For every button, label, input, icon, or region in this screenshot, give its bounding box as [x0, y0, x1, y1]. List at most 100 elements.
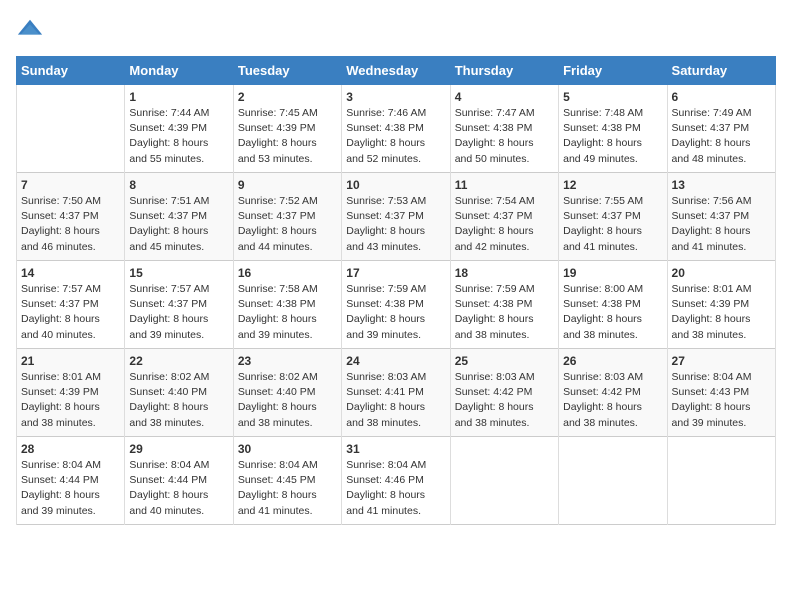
day-number: 18: [455, 266, 554, 280]
day-number: 7: [21, 178, 120, 192]
logo: [16, 16, 48, 44]
calendar-cell: 22Sunrise: 8:02 AM Sunset: 4:40 PM Dayli…: [125, 349, 233, 437]
day-info: Sunrise: 7:46 AM Sunset: 4:38 PM Dayligh…: [346, 106, 445, 167]
calendar-cell: 20 Sunrise: 8:01 AM Sunset: 4:39 PM Dayli…: [667, 261, 775, 349]
day-info: Sunrise: 7:54 AM Sunset: 4:37 PM Dayligh…: [455, 194, 554, 255]
day-number: 23: [238, 354, 337, 368]
day-info: Sunrise: 7:53 AM Sunset: 4:37 PM Dayligh…: [346, 194, 445, 255]
day-number: 2: [238, 90, 337, 104]
day-info: Sunrise: 7:45 AM Sunset: 4:39 PM Dayligh…: [238, 106, 337, 167]
day-number: 8: [129, 178, 228, 192]
calendar-cell: [667, 437, 775, 525]
day-number: 13: [672, 178, 771, 192]
day-number: 11: [455, 178, 554, 192]
day-info: Sunrise: 7:51 AM Sunset: 4:37 PM Dayligh…: [129, 194, 228, 255]
calendar-cell: 14 Sunrise: 7:57 AM Sunset: 4:37 PM Dayli…: [17, 261, 125, 349]
calendar-cell: 5 Sunrise: 7:48 AM Sunset: 4:38 PM Daylig…: [559, 85, 667, 173]
day-number: 25: [455, 354, 554, 368]
day-number: 5: [563, 90, 662, 104]
calendar-cell: 16Sunrise: 7:58 AM Sunset: 4:38 PM Dayli…: [233, 261, 341, 349]
day-info: Sunrise: 7:49 AM Sunset: 4:37 PM Dayligh…: [672, 106, 771, 167]
day-info: Sunrise: 7:55 AM Sunset: 4:37 PM Dayligh…: [563, 194, 662, 255]
day-number: 29: [129, 442, 228, 456]
header-day-friday: Friday: [559, 57, 667, 85]
day-info: Sunrise: 7:44 AM Sunset: 4:39 PM Dayligh…: [129, 106, 228, 167]
day-number: 20: [672, 266, 771, 280]
calendar-cell: 7 Sunrise: 7:50 AM Sunset: 4:37 PM Daylig…: [17, 173, 125, 261]
calendar-cell: 23 Sunrise: 8:02 AM Sunset: 4:40 PM Dayli…: [233, 349, 341, 437]
day-info: Sunrise: 7:59 AM Sunset: 4:38 PM Dayligh…: [455, 282, 554, 343]
logo-icon: [16, 16, 44, 44]
day-info: Sunrise: 8:04 AM Sunset: 4:44 PM Dayligh…: [21, 458, 120, 519]
calendar-cell: 18 Sunrise: 7:59 AM Sunset: 4:38 PM Dayli…: [450, 261, 558, 349]
calendar-cell: 12 Sunrise: 7:55 AM Sunset: 4:37 PM Dayli…: [559, 173, 667, 261]
day-info: Sunrise: 7:58 AM Sunset: 4:38 PM Dayligh…: [238, 282, 337, 343]
calendar-cell: 17Sunrise: 7:59 AM Sunset: 4:38 PM Dayli…: [342, 261, 450, 349]
day-number: 3: [346, 90, 445, 104]
calendar-cell: 9 Sunrise: 7:52 AM Sunset: 4:37 PM Daylig…: [233, 173, 341, 261]
day-info: Sunrise: 8:04 AM Sunset: 4:43 PM Dayligh…: [672, 370, 771, 431]
day-number: 28: [21, 442, 120, 456]
calendar-cell: 25 Sunrise: 8:03 AM Sunset: 4:42 PM Dayli…: [450, 349, 558, 437]
header-day-thursday: Thursday: [450, 57, 558, 85]
day-info: Sunrise: 7:52 AM Sunset: 4:37 PM Dayligh…: [238, 194, 337, 255]
day-info: Sunrise: 8:04 AM Sunset: 4:45 PM Dayligh…: [238, 458, 337, 519]
day-number: 6: [672, 90, 771, 104]
header-day-sunday: Sunday: [17, 57, 125, 85]
day-number: 19: [563, 266, 662, 280]
day-info: Sunrise: 8:01 AM Sunset: 4:39 PM Dayligh…: [672, 282, 771, 343]
calendar-body: 1 Sunrise: 7:44 AM Sunset: 4:39 PM Daylig…: [17, 85, 776, 525]
day-info: Sunrise: 8:03 AM Sunset: 4:41 PM Dayligh…: [346, 370, 445, 431]
day-info: Sunrise: 8:03 AM Sunset: 4:42 PM Dayligh…: [455, 370, 554, 431]
day-number: 24: [346, 354, 445, 368]
day-info: Sunrise: 8:04 AM Sunset: 4:44 PM Dayligh…: [129, 458, 228, 519]
week-row-4: 21Sunrise: 8:01 AM Sunset: 4:39 PM Dayli…: [17, 349, 776, 437]
day-number: 1: [129, 90, 228, 104]
day-number: 15: [129, 266, 228, 280]
calendar-cell: 4 Sunrise: 7:47 AM Sunset: 4:38 PM Daylig…: [450, 85, 558, 173]
calendar-cell: 2 Sunrise: 7:45 AM Sunset: 4:39 PM Daylig…: [233, 85, 341, 173]
calendar-cell: 3 Sunrise: 7:46 AM Sunset: 4:38 PM Daylig…: [342, 85, 450, 173]
calendar-cell: 10 Sunrise: 7:53 AM Sunset: 4:37 PM Dayli…: [342, 173, 450, 261]
day-info: Sunrise: 8:02 AM Sunset: 4:40 PM Dayligh…: [238, 370, 337, 431]
day-number: 10: [346, 178, 445, 192]
day-info: Sunrise: 7:50 AM Sunset: 4:37 PM Dayligh…: [21, 194, 120, 255]
header-day-monday: Monday: [125, 57, 233, 85]
day-number: 30: [238, 442, 337, 456]
calendar-cell: [17, 85, 125, 173]
day-number: 31: [346, 442, 445, 456]
page-header: [16, 16, 776, 44]
day-info: Sunrise: 7:57 AM Sunset: 4:37 PM Dayligh…: [21, 282, 120, 343]
calendar-cell: 6 Sunrise: 7:49 AM Sunset: 4:37 PM Daylig…: [667, 85, 775, 173]
calendar-cell: 8 Sunrise: 7:51 AM Sunset: 4:37 PM Daylig…: [125, 173, 233, 261]
header-day-wednesday: Wednesday: [342, 57, 450, 85]
day-number: 4: [455, 90, 554, 104]
calendar-cell: 15 Sunrise: 7:57 AM Sunset: 4:37 PM Dayli…: [125, 261, 233, 349]
day-info: Sunrise: 8:03 AM Sunset: 4:42 PM Dayligh…: [563, 370, 662, 431]
day-info: Sunrise: 7:56 AM Sunset: 4:37 PM Dayligh…: [672, 194, 771, 255]
day-number: 27: [672, 354, 771, 368]
day-number: 9: [238, 178, 337, 192]
calendar-cell: 13 Sunrise: 7:56 AM Sunset: 4:37 PM Dayli…: [667, 173, 775, 261]
calendar-cell: 27 Sunrise: 8:04 AM Sunset: 4:43 PM Dayli…: [667, 349, 775, 437]
day-number: 12: [563, 178, 662, 192]
week-row-2: 7 Sunrise: 7:50 AM Sunset: 4:37 PM Daylig…: [17, 173, 776, 261]
calendar-cell: 29 Sunrise: 8:04 AM Sunset: 4:44 PM Dayli…: [125, 437, 233, 525]
calendar-cell: [559, 437, 667, 525]
calendar-cell: 30 Sunrise: 8:04 AM Sunset: 4:45 PM Dayli…: [233, 437, 341, 525]
day-info: Sunrise: 7:57 AM Sunset: 4:37 PM Dayligh…: [129, 282, 228, 343]
day-number: 17: [346, 266, 445, 280]
calendar-table: SundayMondayTuesdayWednesdayThursdayFrid…: [16, 56, 776, 525]
day-info: Sunrise: 8:00 AM Sunset: 4:38 PM Dayligh…: [563, 282, 662, 343]
day-number: 14: [21, 266, 120, 280]
day-info: Sunrise: 7:47 AM Sunset: 4:38 PM Dayligh…: [455, 106, 554, 167]
header-day-tuesday: Tuesday: [233, 57, 341, 85]
header-day-saturday: Saturday: [667, 57, 775, 85]
day-number: 22: [129, 354, 228, 368]
calendar-cell: 11 Sunrise: 7:54 AM Sunset: 4:37 PM Dayli…: [450, 173, 558, 261]
calendar-cell: 31Sunrise: 8:04 AM Sunset: 4:46 PM Dayli…: [342, 437, 450, 525]
day-number: 21: [21, 354, 120, 368]
day-info: Sunrise: 7:48 AM Sunset: 4:38 PM Dayligh…: [563, 106, 662, 167]
calendar-cell: [450, 437, 558, 525]
calendar-cell: 21Sunrise: 8:01 AM Sunset: 4:39 PM Dayli…: [17, 349, 125, 437]
